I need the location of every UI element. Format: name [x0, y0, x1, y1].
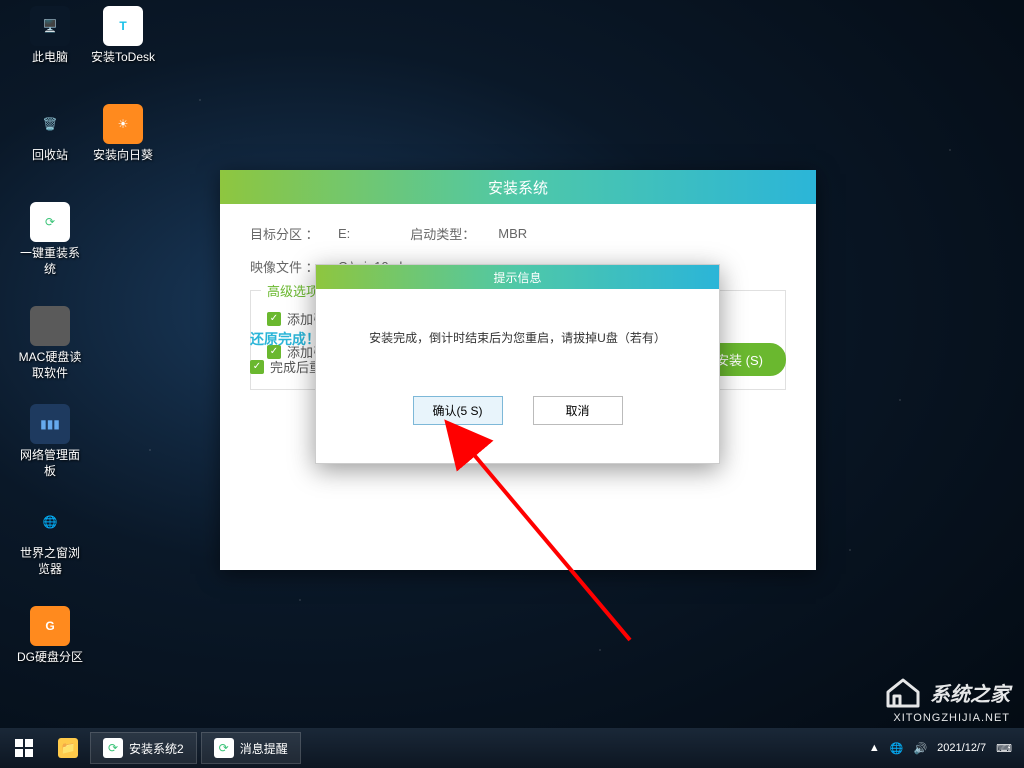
desktop-icon-todesk[interactable]: T安装ToDesk — [88, 6, 158, 66]
folder-icon: 📁 — [58, 738, 78, 758]
tray-icon-keyboard[interactable]: ⌨ — [994, 740, 1014, 757]
watermark: 系统之家 XITONGZHIJIA.NET — [884, 676, 1010, 724]
boot-value: MBR — [498, 226, 527, 241]
taskbar-item-installer[interactable]: ⟳安装系统2 — [90, 732, 197, 764]
message-icon: ⟳ — [214, 738, 234, 758]
system-tray: ▲ 🌐 🔊 2021/12/7 ⌨ — [867, 740, 1024, 757]
taskbar: 📁 ⟳安装系统2 ⟳消息提醒 ▲ 🌐 🔊 2021/12/7 ⌨ — [0, 728, 1024, 768]
desktop-icon-reinstall[interactable]: ⟳一键重装系统 — [15, 202, 85, 277]
confirm-button[interactable]: 确认(5 S) — [413, 396, 503, 425]
check-icon: ✓ — [267, 312, 281, 326]
dialog-title: 提示信息 — [316, 265, 719, 289]
desktop-icon-recycle-bin[interactable]: 🗑️回收站 — [15, 104, 85, 164]
windows-icon — [15, 739, 33, 757]
desktop-icon-this-pc[interactable]: 🖥️此电脑 — [15, 6, 85, 66]
cancel-button[interactable]: 取消 — [533, 396, 623, 425]
taskbar-item-message[interactable]: ⟳消息提醒 — [201, 732, 301, 764]
desktop-icon-browser[interactable]: 🌐世界之窗浏览器 — [15, 502, 85, 577]
tray-icon-network[interactable]: 🌐 — [888, 740, 906, 757]
tray-date[interactable]: 2021/12/7 — [935, 740, 988, 756]
desktop-icon-sunflower[interactable]: ☀安装向日葵 — [88, 104, 158, 164]
desktop-icon-network-panel[interactable]: ▮▮▮网络管理面板 — [15, 404, 85, 479]
partition-label: 目标分区 ： — [250, 224, 330, 243]
desktop-icon-mac-disk[interactable]: MAC硬盘读取软件 — [15, 306, 85, 381]
dialog-message: 安装完成，倒计时结束后为您重启，请拔掉U盘（若有） — [336, 329, 699, 346]
desktop-icon-dg-disk[interactable]: GDG硬盘分区 — [15, 606, 85, 666]
tray-icon-volume[interactable]: 🔊 — [911, 740, 929, 757]
file-explorer-button[interactable]: 📁 — [50, 732, 86, 764]
start-button[interactable] — [0, 728, 48, 768]
confirm-dialog: 提示信息 安装完成，倒计时结束后为您重启，请拔掉U盘（若有） 确认(5 S) 取… — [315, 264, 720, 464]
boot-label: 启动类型： — [410, 224, 490, 243]
tray-icon-up[interactable]: ▲ — [867, 740, 882, 756]
partition-value: E: — [338, 226, 350, 241]
check-icon: ✓ — [250, 360, 264, 374]
installer-title: 安装系统 — [220, 170, 816, 204]
installer-icon: ⟳ — [103, 738, 123, 758]
